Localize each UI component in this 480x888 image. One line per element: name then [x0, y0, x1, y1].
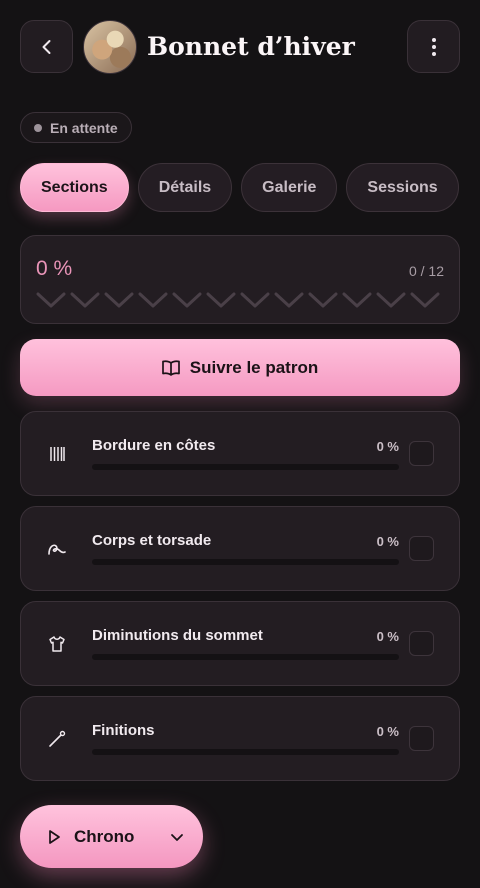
tab-sessions[interactable]: Sessions [346, 163, 459, 212]
progress-card: 0 % 0 / 12 [20, 235, 460, 324]
tab-sections[interactable]: Sections [20, 163, 129, 212]
progress-step-chevron [274, 292, 304, 308]
progress-step-chevron [342, 292, 372, 308]
progress-step-chevron [240, 292, 270, 308]
progress-step-chevron [308, 292, 338, 308]
progress-step-chevron [410, 292, 440, 308]
section-name: Diminutions du sommet [92, 627, 263, 644]
section-percent: 0 % [376, 629, 399, 644]
section-checkbox[interactable] [409, 536, 434, 561]
ribbing-icon [45, 442, 69, 466]
progress-step-chevron [70, 292, 100, 308]
shirt-icon [45, 632, 69, 656]
section-progress-bar [92, 654, 399, 660]
chevron-down-icon[interactable] [169, 829, 185, 845]
back-button[interactable] [20, 20, 73, 73]
section-card[interactable]: Diminutions du sommet 0 % [20, 601, 460, 686]
header: Bonnet d’hiver [20, 19, 460, 74]
tab-bar: Sections Détails Galerie Sessions [20, 163, 459, 212]
section-checkbox[interactable] [409, 726, 434, 751]
section-progress-bar [92, 464, 399, 470]
progress-step-chevron [376, 292, 406, 308]
section-percent: 0 % [376, 534, 399, 549]
yarn-loop-icon [45, 537, 69, 561]
status-badge: En attente [20, 112, 132, 143]
progress-chevrons [36, 291, 440, 309]
tab-gallery[interactable]: Galerie [241, 163, 338, 212]
progress-step-chevron [206, 292, 236, 308]
section-card[interactable]: Bordure en côtes 0 % [20, 411, 460, 496]
progress-count: 0 / 12 [408, 263, 444, 279]
needle-icon [45, 727, 69, 751]
section-checkbox[interactable] [409, 631, 434, 656]
section-card[interactable]: Corps et torsade 0 % [20, 506, 460, 591]
section-progress-bar [92, 749, 399, 755]
follow-pattern-button[interactable]: Suivre le patron [20, 339, 460, 396]
chevron-left-icon [42, 39, 50, 54]
book-open-icon [161, 359, 180, 376]
play-icon [49, 829, 60, 844]
chrono-button[interactable]: Chrono [20, 805, 203, 868]
progress-step-chevron [104, 292, 134, 308]
progress-percent: 0 % [36, 257, 73, 280]
section-name: Bordure en côtes [92, 437, 216, 454]
status-dot [34, 123, 42, 132]
progress-step-chevron [36, 292, 66, 308]
progress-step-chevron [172, 292, 202, 308]
section-name: Corps et torsade [92, 532, 212, 549]
more-vertical-icon [431, 37, 436, 56]
section-checkbox[interactable] [409, 441, 434, 466]
status-label: En attente [50, 119, 118, 136]
section-progress-bar [92, 559, 399, 565]
section-name: Finitions [92, 722, 155, 739]
section-card[interactable]: Finitions 0 % [20, 696, 460, 781]
section-percent: 0 % [376, 724, 399, 739]
chrono-label: Chrono [74, 826, 135, 846]
follow-pattern-label: Suivre le patron [189, 357, 319, 377]
progress-step-chevron [138, 292, 168, 308]
project-thumbnail [83, 19, 137, 74]
tab-details[interactable]: Détails [137, 163, 233, 212]
page-title: Bonnet d’hiver [147, 32, 355, 61]
more-menu-button[interactable] [407, 20, 460, 73]
section-percent: 0 % [376, 439, 399, 454]
